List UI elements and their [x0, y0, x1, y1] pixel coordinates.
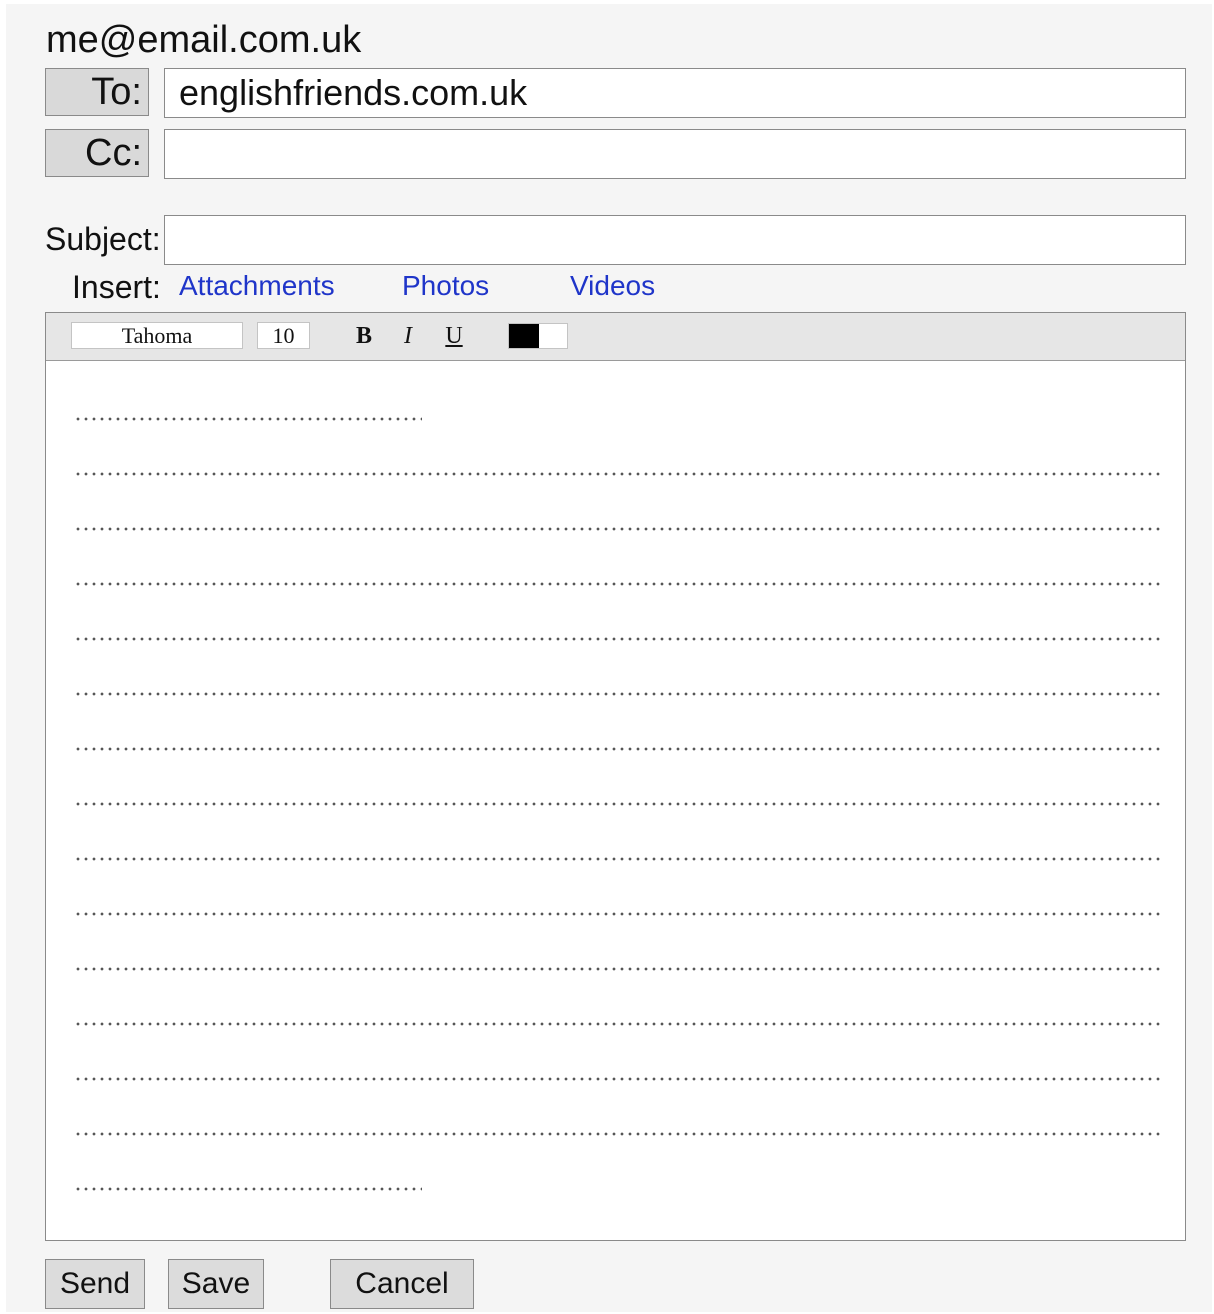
writing-line: [74, 1132, 1162, 1136]
writing-line: [74, 637, 1162, 641]
writing-line: [74, 1022, 1162, 1026]
font-family-select[interactable]: Tahoma: [71, 322, 243, 349]
underline-button[interactable]: U: [441, 321, 467, 351]
writing-line: [74, 527, 1162, 531]
text-color-picker[interactable]: [508, 323, 568, 349]
writing-line: [74, 857, 1162, 861]
message-editor: Tahoma 10 B I U: [45, 312, 1186, 1241]
cancel-button[interactable]: Cancel: [330, 1259, 474, 1309]
writing-line: [74, 417, 422, 421]
subject-field[interactable]: [164, 215, 1186, 265]
writing-line: [74, 912, 1162, 916]
from-address: me@email.com.uk: [46, 19, 362, 61]
insert-attachments-link[interactable]: Attachments: [179, 269, 335, 303]
writing-line: [74, 967, 1162, 971]
insert-photos-link[interactable]: Photos: [402, 269, 489, 303]
message-body[interactable]: [46, 361, 1185, 1240]
writing-line: [74, 1077, 1162, 1081]
font-size-select[interactable]: 10: [257, 322, 310, 349]
subject-label: Subject:: [45, 221, 161, 257]
bold-button[interactable]: B: [351, 321, 377, 351]
save-button[interactable]: Save: [168, 1259, 264, 1309]
email-compose-window: me@email.com.uk To: englishfriends.com.u…: [6, 4, 1212, 1312]
text-color-swatch: [509, 324, 539, 348]
send-button[interactable]: Send: [45, 1259, 145, 1309]
to-field[interactable]: englishfriends.com.uk: [164, 68, 1186, 118]
cc-button[interactable]: Cc:: [45, 129, 149, 177]
italic-button[interactable]: I: [395, 321, 421, 351]
writing-line: [74, 802, 1162, 806]
insert-videos-link[interactable]: Videos: [570, 269, 655, 303]
writing-line: [74, 472, 1162, 476]
writing-line: [74, 582, 1162, 586]
formatting-toolbar: Tahoma 10 B I U: [46, 313, 1185, 361]
insert-label: Insert:: [72, 269, 161, 305]
writing-line: [74, 1187, 422, 1191]
writing-line: [74, 692, 1162, 696]
cc-field[interactable]: [164, 129, 1186, 179]
writing-line: [74, 747, 1162, 751]
to-button[interactable]: To:: [45, 68, 149, 116]
